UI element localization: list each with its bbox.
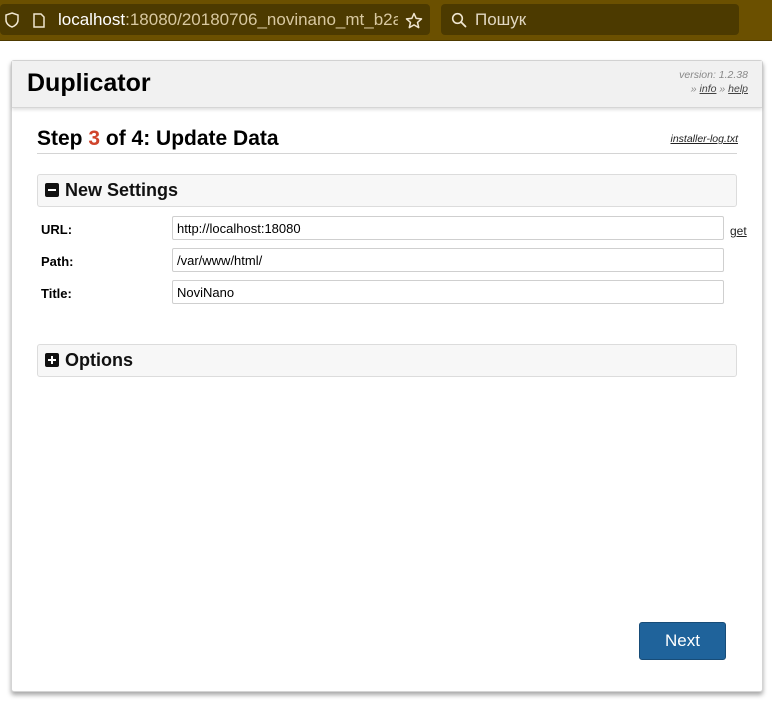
title-label: Title:: [41, 286, 72, 301]
new-settings-header[interactable]: New Settings: [37, 174, 737, 207]
version-label: version: 1.2.38: [679, 69, 748, 81]
panel-header: Duplicator version: 1.2.38 » info » help: [12, 61, 762, 108]
expand-icon: [45, 353, 59, 367]
url-field[interactable]: [172, 216, 724, 240]
step-number: 3: [88, 127, 101, 150]
get-url-link[interactable]: get: [730, 224, 747, 238]
version-block: version: 1.2.38 » info » help: [679, 68, 748, 96]
installer-panel: Duplicator version: 1.2.38 » info » help…: [11, 60, 763, 692]
url-label: URL:: [41, 222, 73, 237]
app-title: Duplicator: [27, 69, 151, 97]
step-divider: [37, 153, 737, 154]
link-separator: »: [719, 83, 726, 95]
path-field[interactable]: [172, 248, 724, 272]
help-link[interactable]: help: [728, 83, 748, 95]
header-links: » info » help: [679, 82, 748, 96]
info-link[interactable]: info: [700, 83, 717, 95]
options-header[interactable]: Options: [37, 344, 737, 377]
star-icon[interactable]: [405, 12, 423, 30]
address-bar[interactable]: localhost:18080/20180706_novinano_mt_b2a…: [0, 4, 430, 35]
new-settings-label: New Settings: [65, 180, 179, 200]
collapse-icon: [45, 183, 59, 197]
shield-icon[interactable]: [5, 12, 19, 28]
search-input[interactable]: [473, 9, 727, 31]
title-field[interactable]: [172, 280, 724, 304]
path-label: Path:: [41, 254, 74, 269]
step-title: Step 3 of 4: Update Data: [37, 127, 279, 151]
step-suffix: of 4: Update Data: [105, 127, 279, 150]
options-label: Options: [65, 350, 133, 370]
link-prefix: »: [690, 83, 697, 95]
search-icon: [451, 12, 467, 28]
url-path: :18080/20180706_novinano_mt_b2a0: [125, 10, 398, 29]
installer-log-link[interactable]: installer-log.txt: [670, 133, 738, 145]
page-icon: [33, 13, 45, 28]
url-text[interactable]: localhost:18080/20180706_novinano_mt_b2a…: [58, 10, 398, 30]
url-host: localhost: [58, 10, 126, 29]
next-button[interactable]: Next: [639, 622, 726, 660]
search-box[interactable]: [441, 4, 739, 35]
browser-toolbar: localhost:18080/20180706_novinano_mt_b2a…: [0, 0, 772, 41]
step-prefix: Step: [37, 127, 83, 150]
